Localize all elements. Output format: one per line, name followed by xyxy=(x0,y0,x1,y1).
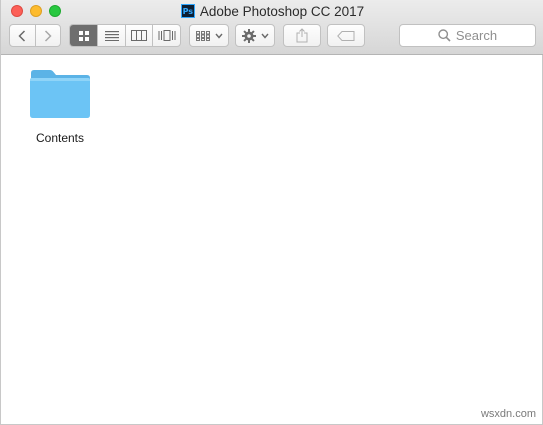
chevron-left-icon xyxy=(18,29,26,42)
search-icon xyxy=(438,29,451,42)
chevron-down-icon xyxy=(214,33,223,39)
gear-icon xyxy=(241,28,256,43)
share-button[interactable] xyxy=(283,24,321,47)
back-forward-control xyxy=(9,24,61,47)
forward-button[interactable] xyxy=(36,25,61,46)
share-icon xyxy=(296,28,308,43)
back-button[interactable] xyxy=(10,25,36,46)
list-view-button[interactable] xyxy=(98,25,126,46)
file-browser-content: Contents xyxy=(1,55,542,424)
folder-icon xyxy=(30,70,90,118)
cover-flow-button[interactable] xyxy=(153,25,180,46)
column-view-icon xyxy=(131,30,148,41)
photoshop-app-icon: Ps xyxy=(180,4,195,18)
chevron-right-icon xyxy=(44,29,52,42)
icon-view-icon xyxy=(78,30,89,41)
icon-view-button[interactable] xyxy=(70,25,99,46)
finder-window: Ps Adobe Photoshop CC 2017 Search Conten… xyxy=(0,0,543,425)
folder-item-contents[interactable]: Contents xyxy=(23,69,97,145)
arrange-button[interactable] xyxy=(189,24,229,47)
view-mode-control xyxy=(69,24,181,47)
window-title-area: Ps Adobe Photoshop CC 2017 xyxy=(1,2,543,20)
action-menu-button[interactable] xyxy=(235,24,275,47)
search-placeholder: Search xyxy=(455,28,498,43)
tags-button[interactable] xyxy=(327,24,365,47)
search-field[interactable]: Search xyxy=(399,24,536,47)
list-view-icon xyxy=(104,30,119,41)
window-title: Adobe Photoshop CC 2017 xyxy=(199,3,365,19)
folder-label: Contents xyxy=(35,131,85,145)
cover-flow-icon xyxy=(158,30,176,41)
title-bar: Ps Adobe Photoshop CC 2017 Search xyxy=(1,0,543,55)
chevron-down-icon xyxy=(260,33,269,39)
column-view-button[interactable] xyxy=(126,25,154,46)
watermark: wsxdn.com xyxy=(480,408,536,420)
tag-icon xyxy=(337,30,355,41)
arrange-grid-icon xyxy=(195,30,210,41)
